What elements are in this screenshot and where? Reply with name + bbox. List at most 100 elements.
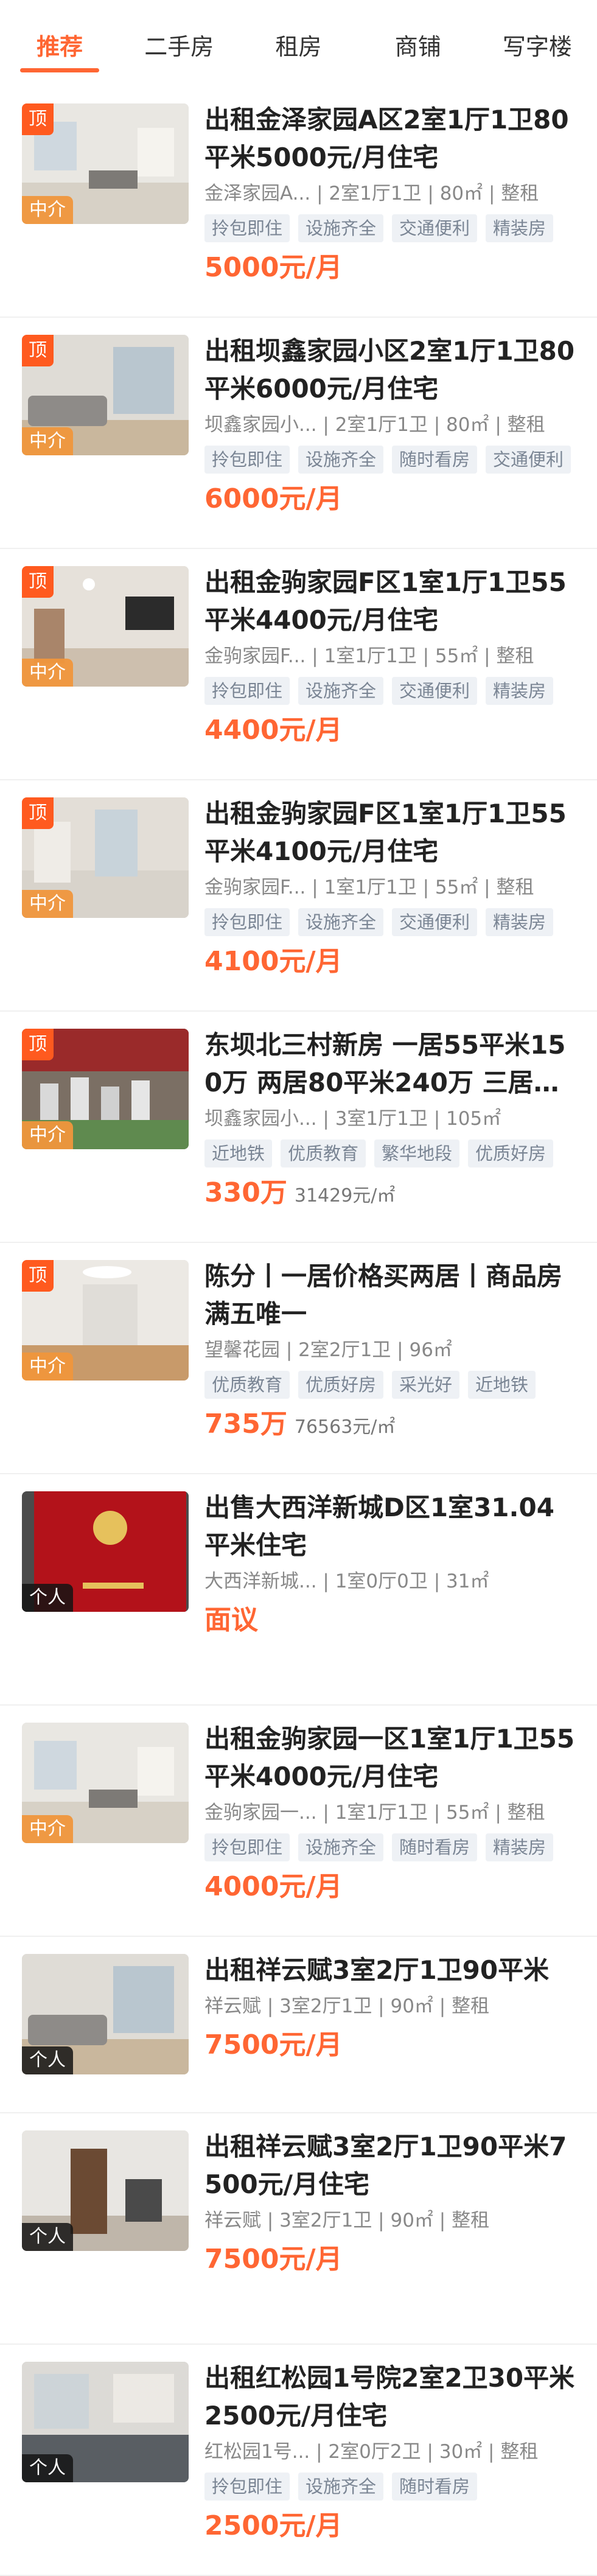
feature-tag: 优质教育 bbox=[204, 1371, 290, 1399]
top-badge: 顶 bbox=[22, 335, 54, 366]
listing-card[interactable]: 个人 出售大西洋新城D区1室31.04平米住宅大西洋新城... | 1室0厅0卫 … bbox=[0, 1474, 597, 1706]
listing-meta: 金泽家园A... | 2室1厅1卫 | 80㎡ | 整租 bbox=[204, 183, 539, 205]
listing-photo[interactable]: 个人 bbox=[22, 1954, 189, 2074]
source-badge: 个人 bbox=[22, 1584, 73, 1612]
listing-price: 4100元/月 bbox=[204, 946, 343, 977]
feature-tag: 设施齐全 bbox=[298, 908, 384, 936]
feature-tag: 设施齐全 bbox=[298, 2473, 384, 2501]
top-badge: 顶 bbox=[22, 103, 54, 135]
unit-price: 76563元/㎡ bbox=[294, 1416, 396, 1438]
feature-tag: 繁华地段 bbox=[374, 1139, 460, 1167]
listing-title[interactable]: 出租祥云赋3室2厅1卫90平米 bbox=[204, 1951, 575, 1989]
category-tabs: 推荐 二手房 租房 商铺 写字楼 bbox=[0, 0, 597, 86]
listing-card[interactable]: 顶中介 出租金泽家园A区2室1厅1卫80平米5000元/月住宅 金泽家园A... |… bbox=[0, 86, 597, 318]
feature-tag: 随时看房 bbox=[392, 1833, 478, 1861]
tab-4[interactable]: 写字楼 bbox=[478, 0, 597, 61]
feature-tag: 精装房 bbox=[486, 1833, 554, 1861]
tab-1[interactable]: 二手房 bbox=[119, 0, 239, 61]
listing-photo[interactable]: 中介 bbox=[22, 1723, 189, 1843]
feature-tag: 设施齐全 bbox=[298, 1833, 384, 1861]
feature-tag: 精装房 bbox=[486, 908, 554, 936]
listing-photo[interactable]: 个人 bbox=[22, 1491, 189, 1612]
feature-tag: 设施齐全 bbox=[298, 446, 384, 474]
source-badge: 个人 bbox=[22, 2454, 73, 2482]
feature-tag: 交通便利 bbox=[392, 677, 478, 705]
source-badge: 中介 bbox=[22, 1353, 73, 1381]
listing-title[interactable]: 出租金驹家园F区1室1厅1卫55平米4100元/月住宅 bbox=[204, 795, 575, 870]
feature-tag: 拎包即住 bbox=[204, 446, 290, 474]
tab-2[interactable]: 租房 bbox=[239, 0, 358, 61]
listing-title[interactable]: 东坝北三村新房 一居55平米150万 两居80平米240万 三居… bbox=[204, 1026, 575, 1102]
feature-tag: 设施齐全 bbox=[298, 677, 384, 705]
listing-card[interactable]: 个人 出租祥云赋3室2厅1卫90平米 祥云赋 | 3室2厅1卫 | 90㎡ | 整租… bbox=[0, 1937, 597, 2113]
listing-title[interactable]: 出租金驹家园F区1室1厅1卫55平米4400元/月住宅 bbox=[204, 564, 575, 639]
tab-0[interactable]: 推荐 bbox=[0, 0, 119, 61]
listing-list: 顶中介 出租金泽家园A区2室1厅1卫80平米5000元/月住宅 金泽家园A... |… bbox=[0, 86, 597, 2576]
feature-tag: 拎包即住 bbox=[204, 908, 290, 936]
tag-list: 拎包即住 设施齐全 交通便利 精装房 bbox=[204, 214, 575, 242]
tag-list: 拎包即住 设施齐全 交通便利 精装房 bbox=[204, 677, 575, 705]
tag-list: 拎包即住 设施齐全 随时看房 bbox=[204, 2473, 575, 2501]
listing-photo[interactable]: 顶中介 bbox=[22, 1029, 189, 1149]
listing-meta: 大西洋新城... | 1室0厅0卫 | 31㎡ bbox=[204, 1570, 489, 1592]
top-badge: 顶 bbox=[22, 1029, 54, 1060]
listing-photo[interactable]: 顶中介 bbox=[22, 1260, 189, 1381]
listing-meta: 金驹家园F... | 1室1厅1卫 | 55㎡ | 整租 bbox=[204, 877, 534, 898]
source-badge: 个人 bbox=[22, 2046, 73, 2074]
unit-price: 31429元/㎡ bbox=[294, 1185, 396, 1206]
source-badge: 中介 bbox=[22, 890, 73, 918]
listing-card[interactable]: 顶中介 出租金驹家园F区1室1厅1卫55平米4100元/月住宅金驹家园F... |… bbox=[0, 780, 597, 1012]
feature-tag: 交通便利 bbox=[486, 446, 571, 474]
feature-tag: 交通便利 bbox=[392, 214, 478, 242]
listing-photo[interactable]: 个人 bbox=[22, 2362, 189, 2482]
listing-price: 735万 bbox=[204, 1409, 287, 1440]
listing-meta: 金驹家园一... | 1室1厅1卫 | 55㎡ | 整租 bbox=[204, 1802, 545, 1824]
source-badge: 中介 bbox=[22, 1815, 73, 1843]
listing-title[interactable]: 出售大西洋新城D区1室31.04平米住宅 bbox=[204, 1489, 575, 1564]
listing-title[interactable]: 出租金驹家园一区1室1厅1卫55平米4000元/月住宅 bbox=[204, 1720, 575, 1796]
listing-meta: 望馨花园 | 2室2厅1卫 | 96㎡ bbox=[204, 1339, 452, 1361]
feature-tag: 采光好 bbox=[392, 1371, 460, 1399]
tab-3[interactable]: 商铺 bbox=[358, 0, 478, 61]
listing-price: 7500元/月 bbox=[204, 2244, 343, 2275]
tag-list: 拎包即住 设施齐全 交通便利 精装房 bbox=[204, 908, 575, 936]
source-badge: 中介 bbox=[22, 659, 73, 687]
listing-card[interactable]: 顶中介 出租坝鑫家园小区2室1厅1卫80平米6000元/月住宅 坝鑫家园小... |… bbox=[0, 318, 597, 549]
listing-card[interactable]: 顶中介 出租金驹家园F区1室1厅1卫55平米4400元/月住宅 金驹家园F... |… bbox=[0, 549, 597, 780]
listing-title[interactable]: 出租坝鑫家园小区2室1厅1卫80平米6000元/月住宅 bbox=[204, 332, 575, 408]
listing-price: 6000元/月 bbox=[204, 483, 343, 514]
listing-photo[interactable]: 顶中介 bbox=[22, 797, 189, 918]
source-badge: 个人 bbox=[22, 2223, 73, 2251]
listing-title[interactable]: 陈分丨一居价格买两居丨商品房满五唯一 bbox=[204, 1258, 575, 1333]
listing-meta: 坝鑫家园小... | 2室1厅1卫 | 80㎡ | 整租 bbox=[204, 414, 545, 436]
listing-meta: 坝鑫家园小... | 3室1厅1卫 | 105㎡ bbox=[204, 1108, 501, 1130]
feature-tag: 近地铁 bbox=[468, 1371, 536, 1399]
listing-title[interactable]: 出租金泽家园A区2室1厅1卫80平米5000元/月住宅 bbox=[204, 101, 575, 177]
listing-card[interactable]: 个人 出租红松园1号院2室2卫30平米2500元/月住宅 红松园1号... | 2室… bbox=[0, 2345, 597, 2576]
listing-price: 2500元/月 bbox=[204, 2510, 343, 2541]
source-badge: 中介 bbox=[22, 427, 73, 455]
feature-tag: 随时看房 bbox=[392, 2473, 478, 2501]
source-badge: 中介 bbox=[22, 1121, 73, 1149]
source-badge: 中介 bbox=[22, 196, 73, 224]
listing-meta: 祥云赋 | 3室2厅1卫 | 90㎡ | 整租 bbox=[204, 2210, 490, 2231]
listing-title[interactable]: 出租祥云赋3室2厅1卫90平米7500元/月住宅 bbox=[204, 2128, 575, 2203]
listing-photo[interactable]: 顶中介 bbox=[22, 566, 189, 687]
listing-card[interactable]: 中介 出租金驹家园一区1室1厅1卫55平米4000元/月住宅金驹家园一... | … bbox=[0, 1706, 597, 1937]
listing-price: 4400元/月 bbox=[204, 715, 343, 746]
listing-price: 7500元/月 bbox=[204, 2029, 343, 2060]
feature-tag: 拎包即住 bbox=[204, 214, 290, 242]
listing-card[interactable]: 顶中介 陈分丨一居价格买两居丨商品房满五唯一望馨花园 | 2室2厅1卫 | 96㎡… bbox=[0, 1243, 597, 1474]
listing-photo[interactable]: 顶中介 bbox=[22, 335, 189, 455]
feature-tag: 拎包即住 bbox=[204, 677, 290, 705]
tag-list: 优质教育 优质好房 采光好 近地铁 bbox=[204, 1371, 575, 1399]
listing-photo[interactable]: 个人 bbox=[22, 2130, 189, 2251]
feature-tag: 优质好房 bbox=[298, 1371, 384, 1399]
listing-card[interactable]: 顶中介 东坝北三村新房 一居55平米150万 两居80平米240万 三居… 坝鑫家园… bbox=[0, 1012, 597, 1243]
listing-card[interactable]: 个人 出租祥云赋3室2厅1卫90平米7500元/月住宅祥云赋 | 3室2厅1卫 |… bbox=[0, 2113, 597, 2345]
feature-tag: 精装房 bbox=[486, 214, 554, 242]
listing-price: 5000元/月 bbox=[204, 252, 343, 283]
listing-title[interactable]: 出租红松园1号院2室2卫30平米2500元/月住宅 bbox=[204, 2359, 575, 2435]
feature-tag: 精装房 bbox=[486, 677, 554, 705]
listing-photo[interactable]: 顶中介 bbox=[22, 103, 189, 224]
